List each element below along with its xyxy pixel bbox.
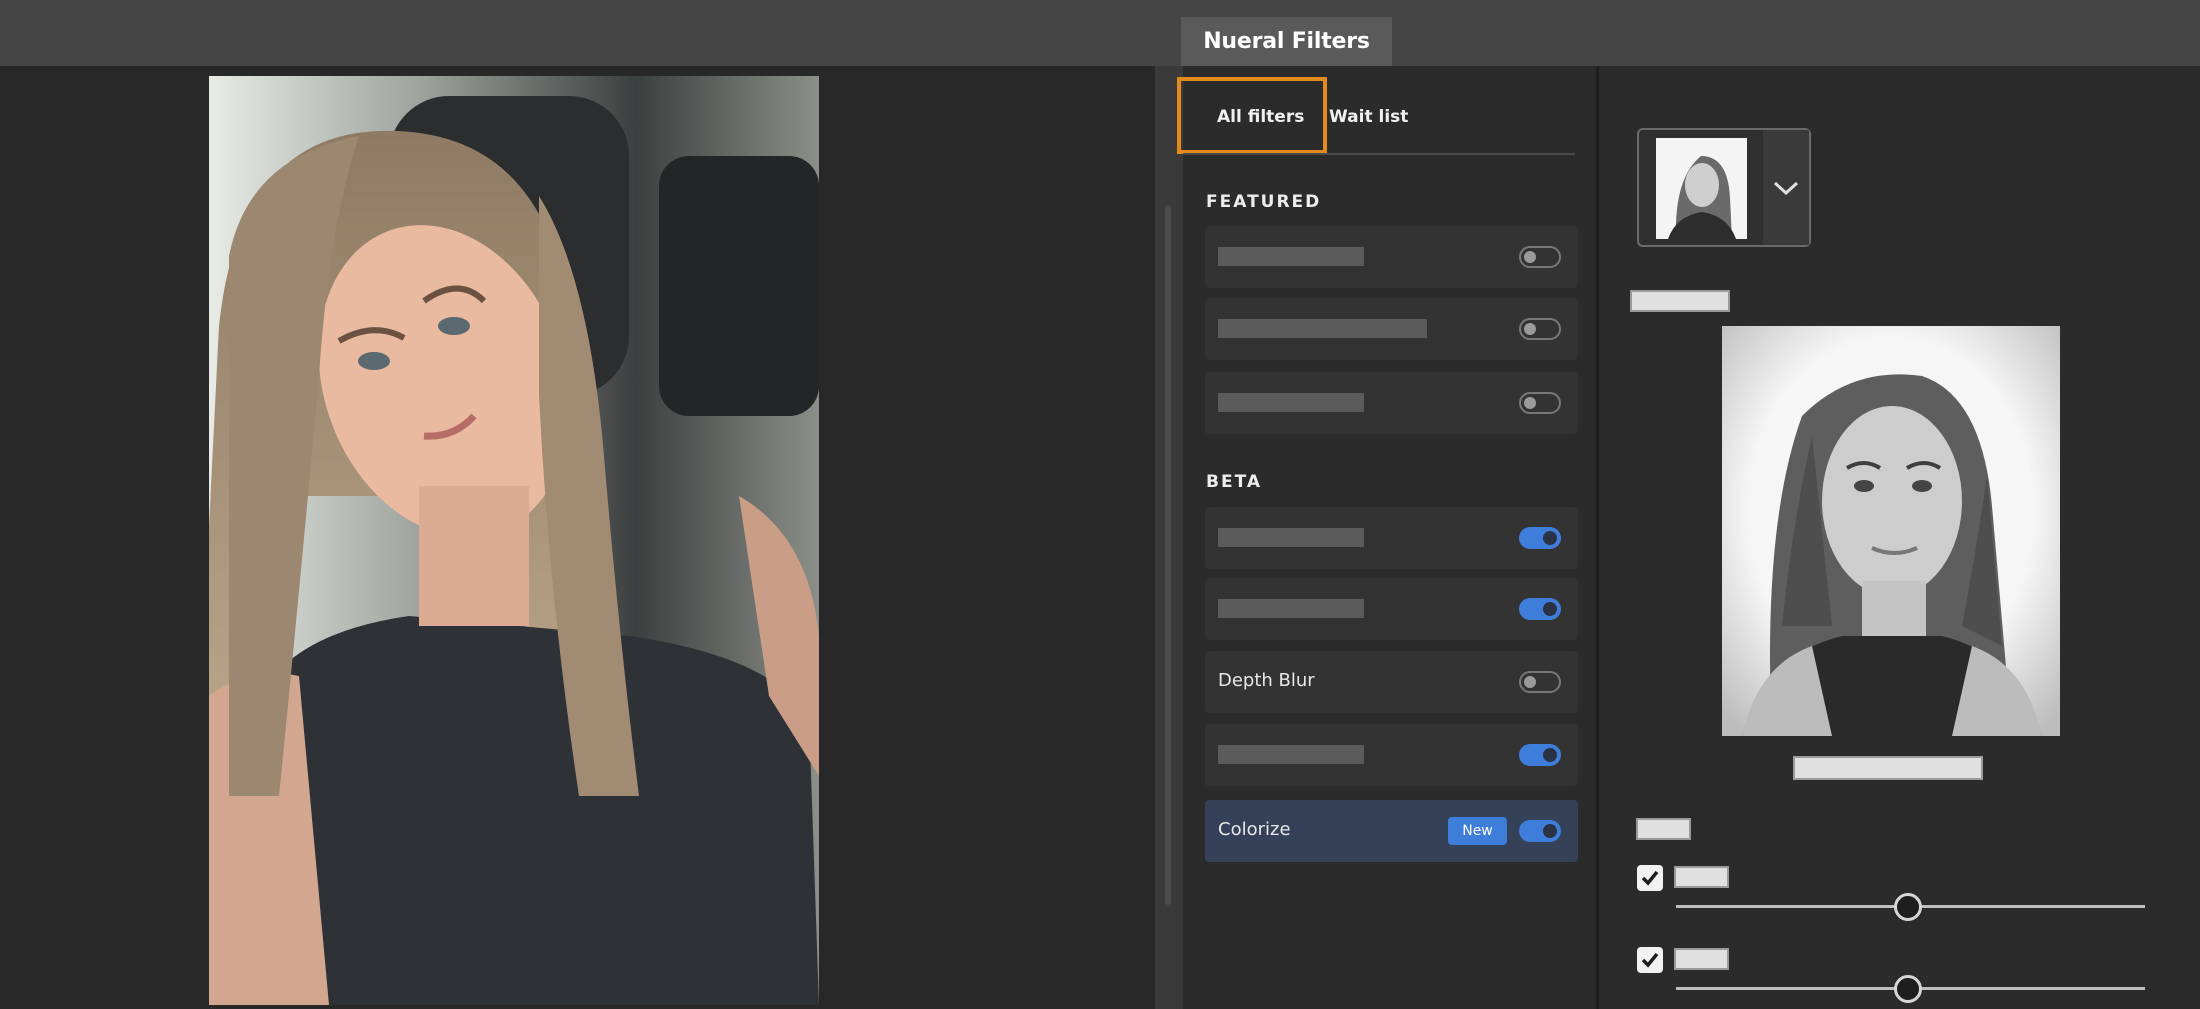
filter-row[interactable] <box>1205 578 1578 640</box>
output-preview <box>1722 326 2060 736</box>
tab-all-filters[interactable]: All filters <box>1217 107 1304 127</box>
filter-toggle[interactable] <box>1519 744 1561 766</box>
tab-neural-filters[interactable]: Nueral Filters <box>1181 17 1392 66</box>
filter-toggle[interactable] <box>1519 392 1561 414</box>
document-photo <box>209 76 819 1005</box>
tab-wait-list[interactable]: Wait list <box>1329 107 1408 127</box>
filter-row[interactable] <box>1205 372 1578 434</box>
checkbox[interactable] <box>1637 947 1663 973</box>
filter-label-placeholder <box>1218 599 1364 618</box>
reference-image-selector[interactable] <box>1637 128 1811 247</box>
filter-label-placeholder <box>1218 745 1364 764</box>
slider-handle[interactable] <box>1894 975 1922 1003</box>
top-bar <box>0 0 2200 66</box>
filter-toggle[interactable] <box>1519 598 1561 620</box>
filter-row-depth-blur[interactable]: Depth Blur <box>1205 651 1578 713</box>
filter-label: Colorize <box>1218 819 1291 840</box>
filter-label-placeholder <box>1218 319 1427 338</box>
filter-row[interactable] <box>1205 298 1578 360</box>
label-placeholder <box>1793 756 1983 780</box>
checkmark-icon <box>1641 870 1659 886</box>
filter-toggle[interactable] <box>1519 671 1561 693</box>
scrollbar[interactable] <box>1165 205 1171 905</box>
filter-toggle[interactable] <box>1519 246 1561 268</box>
checkmark-icon <box>1641 952 1659 968</box>
filter-label: Depth Blur <box>1218 670 1315 691</box>
filter-row[interactable] <box>1205 724 1578 786</box>
filter-row[interactable] <box>1205 507 1578 569</box>
section-beta: BETA <box>1206 472 1263 492</box>
tab-underline <box>1183 153 1575 155</box>
section-featured: FEATURED <box>1206 192 1322 212</box>
slider-handle[interactable] <box>1894 893 1922 921</box>
portrait-photo <box>209 76 819 1005</box>
checkbox[interactable] <box>1637 865 1663 891</box>
label-placeholder <box>1674 866 1729 888</box>
filter-label-placeholder <box>1218 247 1364 266</box>
preview-portrait <box>1722 326 2060 736</box>
chevron-down-icon <box>1773 181 1799 195</box>
filter-label-placeholder <box>1218 528 1364 547</box>
filter-label-placeholder <box>1218 393 1364 412</box>
reference-thumbnail <box>1656 138 1747 239</box>
new-badge: New <box>1448 817 1507 845</box>
label-placeholder <box>1630 290 1730 312</box>
label-placeholder <box>1674 948 1729 970</box>
reference-portrait <box>1656 138 1747 239</box>
filter-toggle[interactable] <box>1519 318 1561 340</box>
label-placeholder <box>1636 818 1691 840</box>
filter-row[interactable] <box>1205 226 1578 288</box>
reference-dropdown-button[interactable] <box>1763 130 1809 245</box>
filter-toggle[interactable] <box>1519 527 1561 549</box>
filter-row-colorize[interactable]: Colorize New <box>1205 800 1578 862</box>
filter-toggle[interactable] <box>1519 820 1561 842</box>
